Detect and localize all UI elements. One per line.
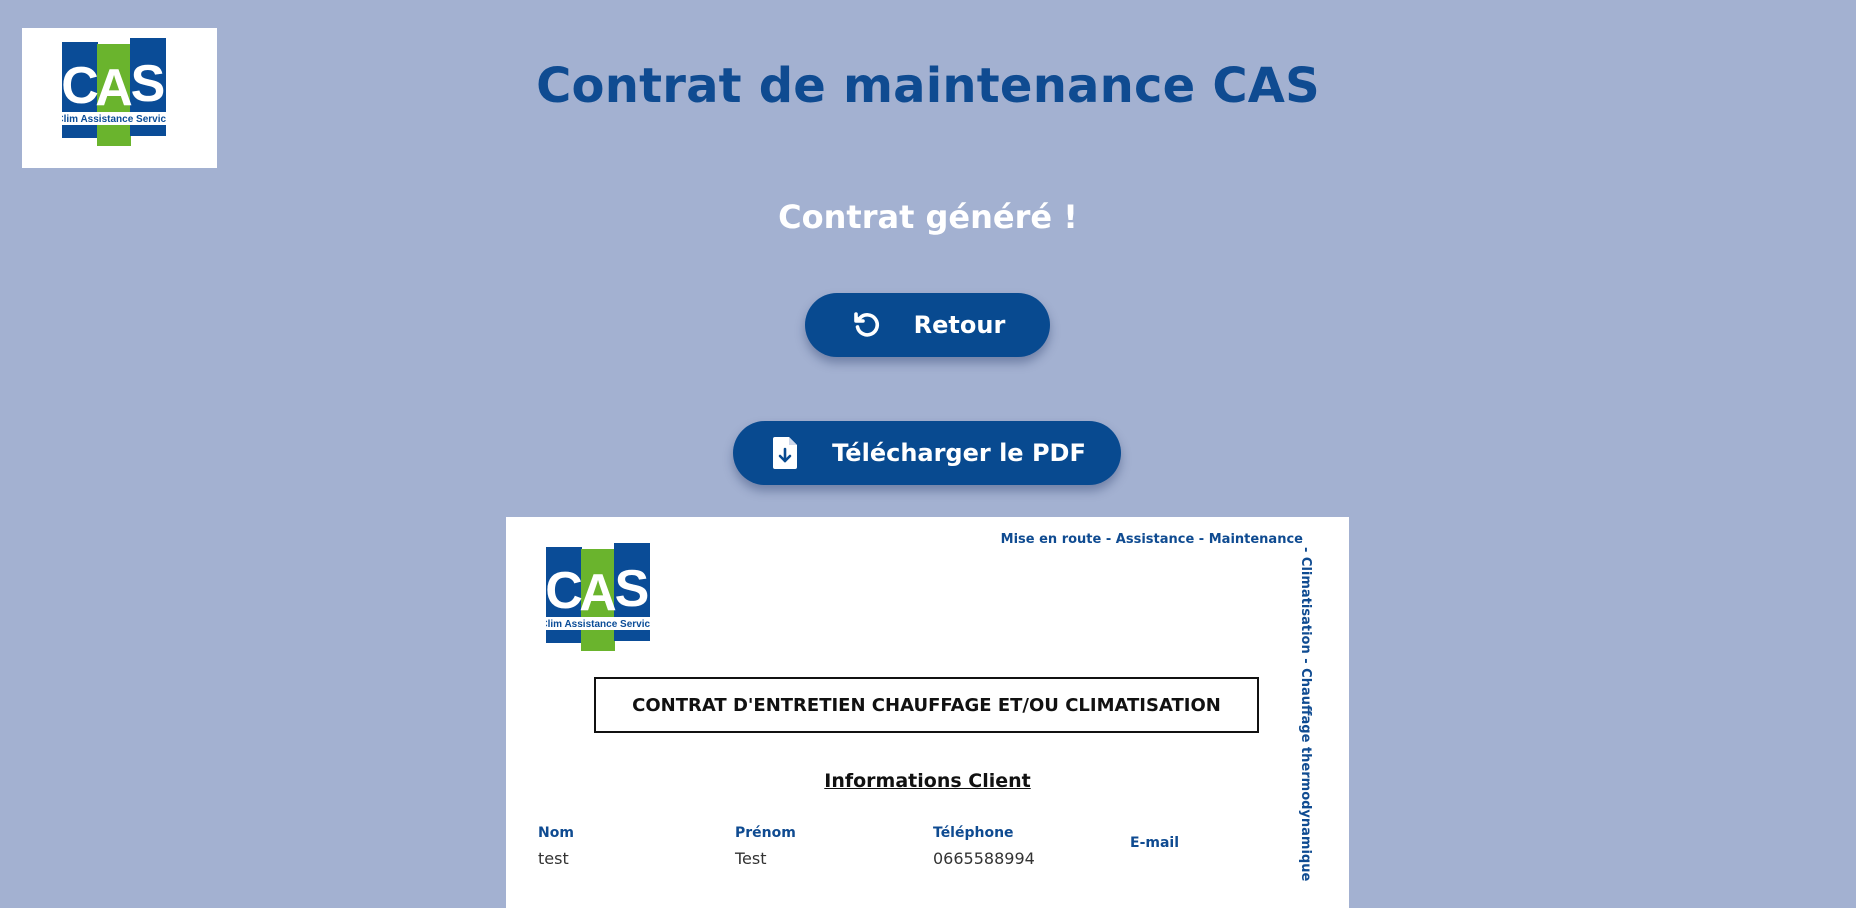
client-info-title: Informations Client — [824, 770, 1031, 792]
undo-icon — [850, 308, 884, 342]
document-tagline: Mise en route - Assistance - Maintenance — [1000, 532, 1303, 547]
svg-text:Clim Assistance Service: Clim Assistance Service — [546, 619, 650, 630]
contract-preview: Mise en route - Assistance - Maintenance… — [506, 517, 1349, 908]
client-field-label: Nom — [538, 825, 574, 841]
download-pdf-button-label: Télécharger le PDF — [832, 439, 1086, 467]
back-button-label: Retour — [913, 311, 1006, 339]
svg-text:S: S — [615, 560, 650, 618]
svg-text:A: A — [579, 564, 617, 622]
back-button[interactable]: Retour — [805, 293, 1050, 357]
client-field-value: 0665588994 — [933, 849, 1035, 868]
client-field-label: Téléphone — [933, 825, 1014, 841]
file-download-icon — [768, 436, 802, 470]
client-field-email: E-mail — [1130, 835, 1179, 859]
document-cas-logo: C A S Clim Assistance Service — [546, 543, 650, 651]
svg-text:C: C — [546, 562, 583, 620]
client-field-label: Prénom — [735, 825, 796, 841]
document-side-text: - Climatisation - Chauffage thermodynami… — [1298, 547, 1313, 882]
client-field-prenom: Prénom Test — [735, 825, 796, 868]
client-field-telephone: Téléphone 0665588994 — [933, 825, 1035, 868]
client-field-value: test — [538, 849, 569, 868]
page-title: Contrat de maintenance CAS — [536, 58, 1320, 114]
client-field-label: E-mail — [1130, 835, 1180, 851]
status-message: Contrat généré ! — [778, 198, 1078, 236]
download-pdf-button[interactable]: Télécharger le PDF — [733, 421, 1121, 485]
contract-heading: CONTRAT D'ENTRETIEN CHAUFFAGE ET/OU CLIM… — [594, 677, 1259, 733]
client-field-nom: Nom test — [538, 825, 574, 868]
svg-text:Clim Assistance Service: Clim Assistance Service — [62, 114, 166, 125]
client-field-value: Test — [735, 849, 767, 868]
